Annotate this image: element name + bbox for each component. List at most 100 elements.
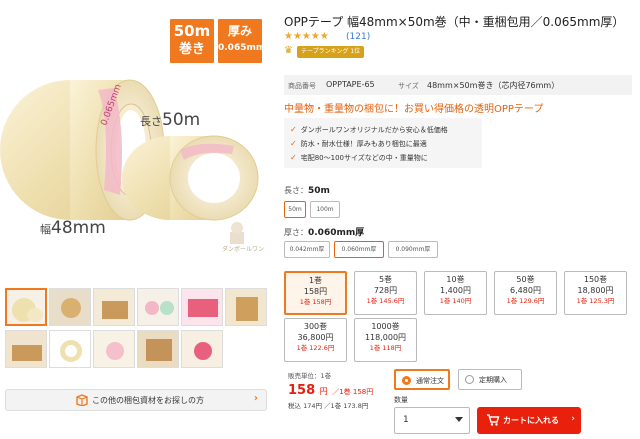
thumbnail[interactable] bbox=[93, 330, 135, 368]
length-label-text: 長さ： bbox=[284, 186, 308, 195]
qty-option-300[interactable]: 300巻 36,800円 1巻 122.6円 bbox=[284, 318, 347, 362]
thickness-label-text: 厚さ： bbox=[284, 228, 308, 237]
radio-selected-icon bbox=[402, 376, 411, 385]
quantity-select[interactable]: 1 bbox=[394, 407, 470, 434]
qty-unit-price: 1巻 129.6円 bbox=[506, 297, 545, 305]
qty-count: 300巻 bbox=[303, 322, 328, 331]
qty-price: 18,800円 bbox=[577, 286, 614, 295]
width-value: 48mm bbox=[51, 218, 106, 238]
thickness-label: 厚さ：0.060mm厚 bbox=[284, 225, 364, 238]
length-option-50m[interactable]: 50m bbox=[284, 201, 306, 218]
add-to-cart-label: カートに入れる bbox=[503, 416, 559, 425]
qty-count: 150巻 bbox=[583, 275, 608, 284]
sales-unit-label: 販売単位：1巻 bbox=[288, 372, 332, 380]
length-badge: 50m 巻き bbox=[170, 19, 214, 63]
thumbnail[interactable] bbox=[181, 288, 223, 326]
qty-price: 158円 bbox=[303, 287, 328, 296]
thumbnail[interactable] bbox=[5, 288, 47, 326]
quantity-value: 1 bbox=[403, 415, 409, 425]
qty-count: 50巻 bbox=[516, 275, 535, 284]
radio-empty-icon bbox=[465, 375, 474, 384]
thickness-selected: 0.060mm厚 bbox=[308, 228, 365, 238]
qty-unit-price: 1巻 145.6円 bbox=[366, 297, 405, 305]
product-code-value: OPPTAPE-65 bbox=[326, 80, 375, 89]
length-option-100m[interactable]: 100m bbox=[310, 201, 340, 218]
thickness-option-0042[interactable]: 0.042mm厚 bbox=[284, 241, 330, 258]
qty-price: 118,000円 bbox=[364, 333, 407, 342]
feature-list: ✓ ダンボールワンオリジナルだから安心＆低価格 ✓ 防水・耐水仕様！厚みもあり梱包に… bbox=[284, 118, 482, 168]
qty-count: 1巻 bbox=[308, 276, 323, 285]
qty-option-1000[interactable]: 1000巻 118,000円 1巻 118円 bbox=[354, 318, 417, 362]
feature-text: ダンボールワンオリジナルだから安心＆低価格 bbox=[300, 126, 448, 134]
add-to-cart-button[interactable]: カートに入れる › bbox=[477, 407, 581, 434]
caret-down-icon bbox=[455, 417, 463, 422]
thumbnail[interactable] bbox=[137, 288, 179, 326]
product-headline: 中量物・重量物の梱包に！お買い得価格の透明OPPテープ bbox=[284, 104, 544, 115]
order-type-normal-radio[interactable]: 通常注文 bbox=[394, 369, 450, 390]
qty-option-1[interactable]: 1巻 158円 1巻 158円 bbox=[284, 271, 347, 315]
size-value: 48mm×50m巻き（芯内径76mm） bbox=[427, 81, 560, 90]
price-value: 158 bbox=[288, 383, 316, 398]
qty-count: 5巻 bbox=[378, 275, 393, 284]
feature-item: ✓ 防水・耐水仕様！厚みもあり梱包に最適 bbox=[290, 137, 476, 151]
thickness-option-0060[interactable]: 0.060mm厚 bbox=[334, 241, 384, 258]
ranking-label: テープランキング 1位 bbox=[297, 46, 365, 58]
check-icon: ✓ bbox=[290, 153, 297, 162]
quantity-label: 数量 bbox=[394, 396, 408, 404]
feature-text: 宅配80～100サイズなどの中・重量物に bbox=[300, 154, 428, 162]
feature-item: ✓ 宅配80～100サイズなどの中・重量物に bbox=[290, 151, 476, 165]
spec-bar: 商品番号 OPPTAPE-65 サイズ 48mm×50m巻き（芯内径76mm） bbox=[284, 75, 632, 95]
qty-count: 1000巻 bbox=[371, 322, 400, 331]
cart-icon bbox=[487, 414, 500, 426]
thickness-badge-value: 0.065mm bbox=[218, 43, 266, 53]
thumbnail[interactable] bbox=[181, 330, 223, 368]
search-other-materials-button[interactable]: この他の梱包資材をお探しの方 › bbox=[5, 389, 267, 411]
order-subscription-label: 定期購入 bbox=[479, 376, 507, 384]
check-icon: ✓ bbox=[290, 125, 297, 134]
qty-option-50[interactable]: 50巻 6,480円 1巻 129.6円 bbox=[494, 271, 557, 315]
qty-price: 6,480円 bbox=[510, 286, 541, 295]
search-other-materials-label: この他の梱包資材をお探しの方 bbox=[92, 396, 204, 405]
thickness-option-0090[interactable]: 0.090mm厚 bbox=[388, 241, 438, 258]
star-rating: ★★★★★ bbox=[284, 31, 329, 42]
qty-unit-price: 1巻 122.6円 bbox=[296, 344, 335, 352]
box-icon bbox=[76, 394, 88, 406]
qty-option-5[interactable]: 5巻 728円 1巻 145.6円 bbox=[354, 271, 417, 315]
feature-text: 防水・耐水仕様！厚みもあり梱包に最適 bbox=[300, 140, 427, 148]
thumbnail[interactable] bbox=[225, 288, 267, 326]
watermark: ダンボールワン bbox=[222, 246, 265, 253]
order-type-subscription-radio[interactable]: 定期購入 bbox=[458, 369, 522, 390]
qty-count: 10巻 bbox=[446, 275, 465, 284]
qty-price: 1,400円 bbox=[440, 286, 471, 295]
qty-unit-price: 1巻 125.3円 bbox=[576, 297, 615, 305]
width-prefix: 幅 bbox=[40, 223, 51, 236]
price-per-unit: ／1巻 158円 bbox=[332, 388, 374, 396]
thumbnail[interactable] bbox=[137, 330, 179, 368]
length-value: 50m bbox=[162, 110, 201, 130]
thumbnail[interactable] bbox=[49, 288, 91, 326]
length-label: 長さ：50m bbox=[284, 185, 330, 196]
check-icon: ✓ bbox=[290, 139, 297, 148]
qty-unit-price: 1巻 140円 bbox=[439, 297, 472, 305]
length-prefix: 長さ bbox=[140, 115, 162, 128]
qty-price: 728円 bbox=[373, 286, 398, 295]
thumbnail[interactable] bbox=[5, 330, 47, 368]
qty-option-150[interactable]: 150巻 18,800円 1巻 125.3円 bbox=[564, 271, 627, 315]
qty-unit-price: 1巻 118円 bbox=[369, 344, 402, 352]
chevron-right-icon: › bbox=[571, 414, 575, 424]
crown-icon: ♛ bbox=[284, 45, 293, 56]
qty-unit-price: 1巻 158円 bbox=[299, 298, 332, 306]
length-badge-unit: 巻き bbox=[178, 42, 205, 57]
product-code-key: 商品番号 bbox=[288, 82, 316, 90]
length-selected: 50m bbox=[308, 186, 330, 196]
qty-option-10[interactable]: 10巻 1,400円 1巻 140円 bbox=[424, 271, 487, 315]
thumbnail[interactable] bbox=[49, 330, 91, 368]
price-display: 158 円 ／1巻 158円 bbox=[288, 383, 373, 398]
chevron-right-icon: › bbox=[253, 393, 258, 404]
qty-price: 36,800円 bbox=[297, 333, 334, 342]
review-count-link[interactable]: (121) bbox=[346, 32, 370, 42]
thumbnail[interactable] bbox=[93, 288, 135, 326]
size-key: サイズ bbox=[398, 82, 419, 90]
feature-item: ✓ ダンボールワンオリジナルだから安心＆低価格 bbox=[290, 123, 476, 137]
width-photo-label: 幅48mm bbox=[40, 218, 106, 238]
